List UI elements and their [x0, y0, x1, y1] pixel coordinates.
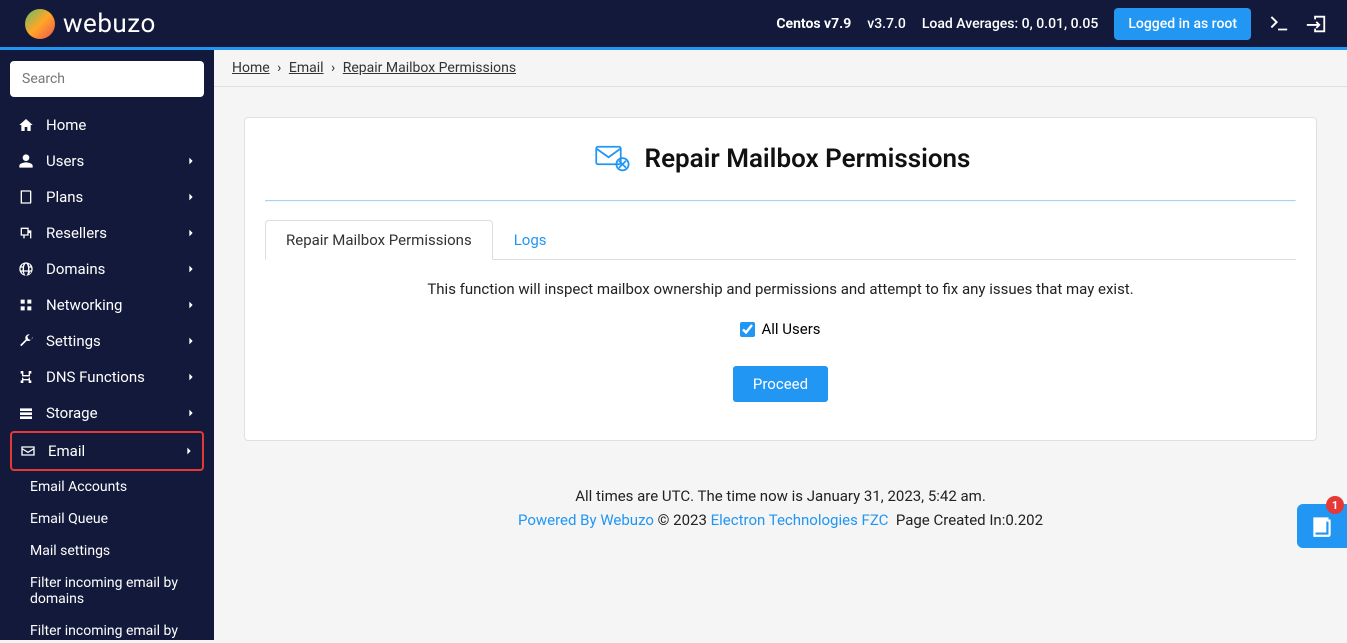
- sidebar-item-label: Home: [46, 116, 86, 134]
- sidebar-item-resellers[interactable]: Resellers: [10, 215, 204, 251]
- dashboard-icon: [18, 117, 34, 133]
- sidebar-item-label: Storage: [46, 404, 98, 422]
- sidebar-sub-filter-domains[interactable]: Filter incoming email by domains: [10, 567, 204, 615]
- mailbox-repair-icon: [591, 138, 633, 180]
- copy-icon: [18, 225, 34, 241]
- news-badge: 1: [1326, 496, 1344, 514]
- load-averages: Load Averages: 0, 0.01, 0.05: [922, 16, 1098, 32]
- breadcrumb-email[interactable]: Email: [289, 60, 324, 76]
- footer-credits: Powered By Webuzo © 2023 Electron Techno…: [234, 511, 1327, 529]
- all-users-row: All Users: [275, 320, 1286, 338]
- news-icon: [1309, 513, 1335, 539]
- main-content: Home › Email › Repair Mailbox Permission…: [214, 50, 1347, 640]
- divider: [265, 200, 1296, 202]
- dns-icon: [18, 369, 34, 385]
- description-text: This function will inspect mailbox owner…: [275, 280, 1286, 298]
- nav: Home Users Plans Resellers Domains: [10, 107, 204, 640]
- page-created-text: Page Created In:0.202: [896, 511, 1043, 529]
- content-card: Repair Mailbox Permissions Repair Mailbo…: [244, 117, 1317, 441]
- company-link[interactable]: Electron Technologies FZC: [711, 511, 889, 529]
- page-title: Repair Mailbox Permissions: [645, 144, 971, 174]
- sidebar-sub-filter-country[interactable]: Filter incoming email by: [10, 615, 204, 640]
- page-title-row: Repair Mailbox Permissions: [265, 138, 1296, 180]
- logo-icon: [25, 9, 55, 39]
- footer: All times are UTC. The time now is Janua…: [214, 461, 1347, 555]
- sidebar-item-users[interactable]: Users: [10, 143, 204, 179]
- globe-icon: [18, 261, 34, 277]
- sidebar-item-label: Users: [46, 152, 84, 170]
- sidebar-item-home[interactable]: Home: [10, 107, 204, 143]
- logo[interactable]: webuzo: [25, 9, 156, 39]
- chevron-right-icon: [186, 264, 196, 274]
- top-bar: webuzo Centos v7.9 v3.7.0 Load Averages:…: [0, 0, 1347, 50]
- news-widget[interactable]: 1: [1297, 504, 1347, 548]
- chevron-right-icon: [184, 446, 194, 456]
- version-label: v3.7.0: [867, 16, 906, 32]
- sidebar-item-label: Networking: [46, 296, 122, 314]
- os-label: Centos v7.9: [776, 16, 851, 32]
- login-badge[interactable]: Logged in as root: [1114, 8, 1251, 40]
- book-icon: [18, 189, 34, 205]
- sidebar-sub-mail-settings[interactable]: Mail settings: [10, 535, 204, 567]
- tab-body: This function will inspect mailbox owner…: [265, 259, 1296, 412]
- chevron-right-icon: [186, 372, 196, 382]
- sidebar-sub-email-queue[interactable]: Email Queue: [10, 503, 204, 535]
- logout-icon[interactable]: [1305, 13, 1327, 35]
- all-users-label: All Users: [761, 320, 820, 338]
- sidebar-item-plans[interactable]: Plans: [10, 179, 204, 215]
- network-icon: [18, 297, 34, 313]
- sidebar-item-label: DNS Functions: [46, 368, 145, 386]
- email-icon: [20, 443, 36, 459]
- breadcrumb: Home › Email › Repair Mailbox Permission…: [214, 50, 1347, 87]
- logo-text: webuzo: [63, 9, 156, 39]
- sidebar-item-label: Settings: [46, 332, 101, 350]
- sidebar-item-label: Resellers: [46, 224, 107, 242]
- topbar-right: Centos v7.9 v3.7.0 Load Averages: 0, 0.0…: [776, 8, 1327, 40]
- search-input[interactable]: [10, 61, 204, 97]
- sidebar-item-networking[interactable]: Networking: [10, 287, 204, 323]
- chevron-right-icon: [186, 156, 196, 166]
- sidebar-item-domains[interactable]: Domains: [10, 251, 204, 287]
- sidebar-sub-email-accounts[interactable]: Email Accounts: [10, 471, 204, 503]
- sidebar-item-email[interactable]: Email: [10, 431, 204, 471]
- sidebar-item-storage[interactable]: Storage: [10, 395, 204, 431]
- terminal-icon[interactable]: [1267, 13, 1289, 35]
- tabs: Repair Mailbox Permissions Logs: [265, 220, 1296, 260]
- chevron-right-icon: [186, 228, 196, 238]
- breadcrumb-home[interactable]: Home: [232, 60, 270, 76]
- sidebar-item-settings[interactable]: Settings: [10, 323, 204, 359]
- chevron-right-icon: [186, 336, 196, 346]
- wrench-icon: [18, 333, 34, 349]
- chevron-right-icon: [186, 408, 196, 418]
- proceed-button[interactable]: Proceed: [733, 366, 828, 402]
- sidebar: Home Users Plans Resellers Domains: [0, 50, 214, 640]
- storage-icon: [18, 405, 34, 421]
- tab-repair[interactable]: Repair Mailbox Permissions: [265, 220, 493, 260]
- sidebar-item-label: Plans: [46, 188, 83, 206]
- footer-time: All times are UTC. The time now is Janua…: [234, 487, 1327, 505]
- all-users-checkbox[interactable]: [740, 322, 755, 337]
- tab-logs[interactable]: Logs: [493, 220, 568, 260]
- sidebar-item-label: Email: [48, 442, 85, 460]
- chevron-right-icon: [186, 192, 196, 202]
- sidebar-item-dns[interactable]: DNS Functions: [10, 359, 204, 395]
- breadcrumb-current[interactable]: Repair Mailbox Permissions: [343, 60, 516, 76]
- chevron-right-icon: [186, 300, 196, 310]
- sidebar-item-label: Domains: [46, 260, 105, 278]
- user-icon: [18, 153, 34, 169]
- powered-by-link[interactable]: Powered By Webuzo: [518, 511, 654, 529]
